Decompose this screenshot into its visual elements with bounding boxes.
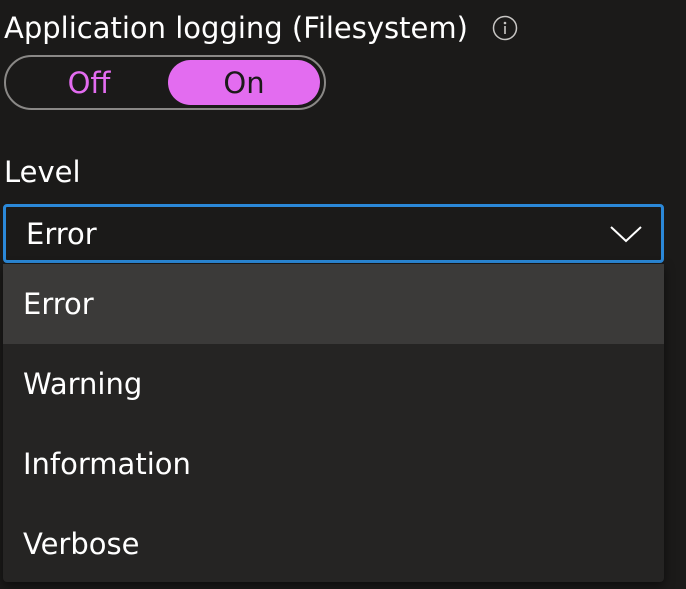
level-dropdown-menu: Error Warning Information Verbose	[3, 264, 664, 582]
level-label: Level	[4, 155, 81, 189]
chevron-down-icon	[609, 224, 643, 244]
section-title: Application logging (Filesystem)	[4, 11, 468, 45]
logging-toggle: Off On	[4, 55, 326, 110]
level-dropdown-value: Error	[26, 216, 97, 251]
logging-header: Application logging (Filesystem)	[4, 8, 518, 48]
toggle-on-option[interactable]: On	[167, 60, 320, 105]
info-icon[interactable]	[492, 15, 518, 41]
level-dropdown[interactable]: Error	[3, 204, 664, 263]
toggle-off-option[interactable]: Off	[10, 60, 168, 105]
level-option-verbose[interactable]: Verbose	[3, 504, 664, 584]
level-option-warning[interactable]: Warning	[3, 344, 664, 424]
level-option-error[interactable]: Error	[3, 264, 664, 344]
logging-settings-panel: Application logging (Filesystem) Off On …	[0, 0, 686, 589]
level-option-information[interactable]: Information	[3, 424, 664, 504]
